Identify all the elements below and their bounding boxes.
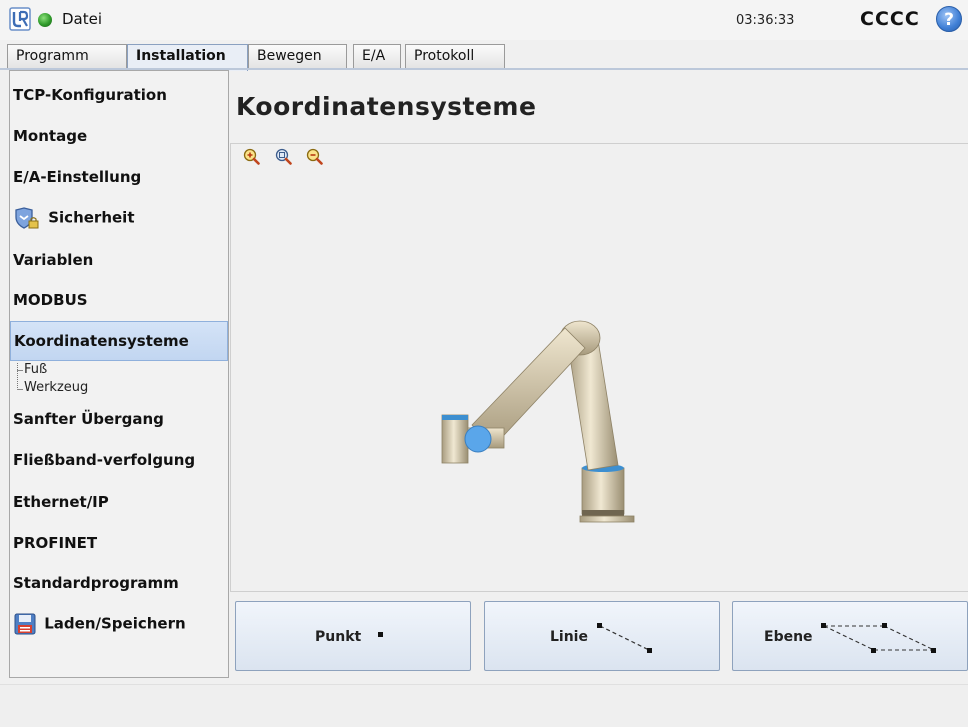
sidebar-item-tcp[interactable]: TCP-Konfiguration	[10, 86, 167, 104]
sidebar-item-montage[interactable]: Montage	[10, 127, 87, 145]
sidebar: TCP-Konfiguration Montage E/A-Einstellun…	[9, 70, 229, 678]
sidebar-item-label: Sicherheit	[48, 208, 135, 227]
tab-installation[interactable]: Installation	[127, 44, 248, 71]
clock: 03:36:33	[736, 13, 795, 28]
sidebar-item-koordinatensysteme[interactable]: Koordinatensysteme	[10, 321, 228, 361]
zoom-in-icon[interactable]	[243, 148, 260, 165]
tree-connector	[17, 363, 18, 390]
zoom-fit-icon[interactable]	[275, 148, 292, 165]
sidebar-item-sanfter-uebergang[interactable]: Sanfter Übergang	[10, 410, 164, 428]
tree-item-werkzeug[interactable]: Werkzeug	[24, 380, 88, 395]
tree-branch	[17, 389, 23, 390]
help-icon[interactable]: ?	[936, 6, 962, 32]
plane-icon	[821, 623, 936, 653]
top-bar: Datei 03:36:33 CCCC ?	[0, 0, 968, 40]
tab-protokoll[interactable]: Protokoll	[405, 44, 505, 68]
tree-item-fuss[interactable]: Fuß	[24, 362, 47, 377]
zoom-out-icon[interactable]	[306, 148, 323, 165]
ebene-label: Ebene	[764, 629, 813, 645]
sidebar-item-label: Laden/Speichern	[44, 614, 186, 633]
sidebar-item-variablen[interactable]: Variablen	[10, 251, 93, 269]
page-title: Koordinatensysteme	[236, 92, 537, 121]
sidebar-item-ea-einstellung[interactable]: E/A-Einstellung	[10, 168, 141, 186]
tab-programm[interactable]: Programm	[7, 44, 127, 68]
robot-status-icon	[38, 13, 52, 27]
point-icon	[378, 632, 383, 637]
footer-bar	[0, 684, 968, 727]
sidebar-item-modbus[interactable]: MODBUS	[10, 291, 88, 309]
tab-bewegen[interactable]: Bewegen	[248, 44, 347, 68]
floppy-disk-icon	[14, 613, 36, 635]
sidebar-item-profinet[interactable]: PROFINET	[10, 534, 97, 552]
shield-lock-icon	[15, 207, 39, 229]
sidebar-item-fliessband[interactable]: Fließband-verfolgung	[10, 451, 195, 469]
sidebar-item-sicherheit[interactable]: Sicherheit	[10, 206, 134, 230]
linie-button[interactable]: Linie	[484, 601, 720, 671]
robot-name: CCCC	[860, 8, 920, 30]
sidebar-item-ethernet-ip[interactable]: Ethernet/IP	[10, 493, 109, 511]
ebene-button[interactable]: Ebene	[732, 601, 968, 671]
line-icon	[597, 623, 652, 653]
sidebar-item-laden-speichern[interactable]: Laden/Speichern	[10, 612, 186, 636]
main-tabs: Programm Installation Bewegen E/A Protok…	[0, 44, 968, 71]
robot-arm-model	[441, 320, 635, 523]
file-menu[interactable]: Datei	[62, 10, 102, 28]
linie-label: Linie	[550, 629, 588, 645]
punkt-label: Punkt	[315, 629, 362, 645]
ur-logo-icon	[9, 7, 31, 31]
punkt-button[interactable]: Punkt	[235, 601, 471, 671]
tab-ea[interactable]: E/A	[353, 44, 401, 68]
sidebar-item-standardprogramm[interactable]: Standardprogramm	[10, 574, 179, 592]
tree-branch	[17, 370, 23, 371]
